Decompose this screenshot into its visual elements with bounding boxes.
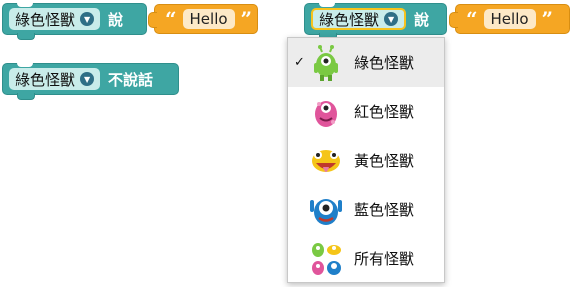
blue-monster-icon xyxy=(310,198,342,225)
say-label: 說 xyxy=(414,10,430,29)
monster-dropdown-menu: ✓ 綠色怪獸 紅色怪獸 黃色怪獸 藍色怪獸 所有怪獸 xyxy=(287,37,445,283)
monster-dropdown[interactable]: 綠色怪獸 ▼ xyxy=(9,8,101,30)
menu-item-blue[interactable]: 藍色怪獸 xyxy=(288,185,444,234)
text-block[interactable]: “ Hello ” xyxy=(148,4,258,34)
pink-monster-icon xyxy=(315,100,337,127)
chevron-down-icon: ▼ xyxy=(80,12,95,26)
say-block-active[interactable]: 綠色怪獸 ▼ 說 xyxy=(304,3,447,40)
monster-dropdown-label: 綠色怪獸 xyxy=(15,10,76,29)
open-quote-icon: “ xyxy=(466,7,478,31)
menu-item-label: 所有怪獸 xyxy=(354,250,415,268)
monster-dropdown-label: 綠色怪獸 xyxy=(319,10,380,29)
say-block[interactable]: 綠色怪獸 ▼ 說 xyxy=(2,3,147,40)
menu-item-label: 藍色怪獸 xyxy=(354,201,415,219)
menu-item-label: 綠色怪獸 xyxy=(354,54,415,72)
chevron-down-icon: ▼ xyxy=(80,72,95,86)
chevron-down-icon: ▼ xyxy=(384,12,399,26)
monster-dropdown-label: 綠色怪獸 xyxy=(15,70,76,89)
text-field[interactable]: Hello xyxy=(483,9,536,29)
quiet-label: 不說話 xyxy=(108,70,154,89)
menu-item-label: 紅色怪獸 xyxy=(354,103,415,121)
monster-dropdown[interactable]: 綠色怪獸 ▼ xyxy=(9,68,101,90)
menu-item-red[interactable]: 紅色怪獸 xyxy=(288,87,444,136)
all-monsters-icon xyxy=(312,242,341,275)
menu-item-all[interactable]: 所有怪獸 xyxy=(288,234,444,283)
check-icon: ✓ xyxy=(294,55,305,70)
green-monster-icon xyxy=(314,44,338,81)
menu-item-label: 黃色怪獸 xyxy=(354,152,415,170)
yellow-monster-icon xyxy=(312,149,340,172)
monster-dropdown-active[interactable]: 綠色怪獸 ▼ xyxy=(311,8,407,30)
close-quote-icon: ” xyxy=(541,7,554,31)
say-label: 說 xyxy=(108,10,124,29)
open-quote-icon: “ xyxy=(165,7,177,31)
menu-item-green[interactable]: ✓ 綠色怪獸 xyxy=(288,38,444,87)
text-block[interactable]: “ Hello ” xyxy=(449,4,570,34)
close-quote-icon: ” xyxy=(240,7,253,31)
quiet-block[interactable]: 綠色怪獸 ▼ 不說話 xyxy=(2,63,179,100)
text-field[interactable]: Hello xyxy=(182,9,235,29)
menu-item-yellow[interactable]: 黃色怪獸 xyxy=(288,136,444,185)
